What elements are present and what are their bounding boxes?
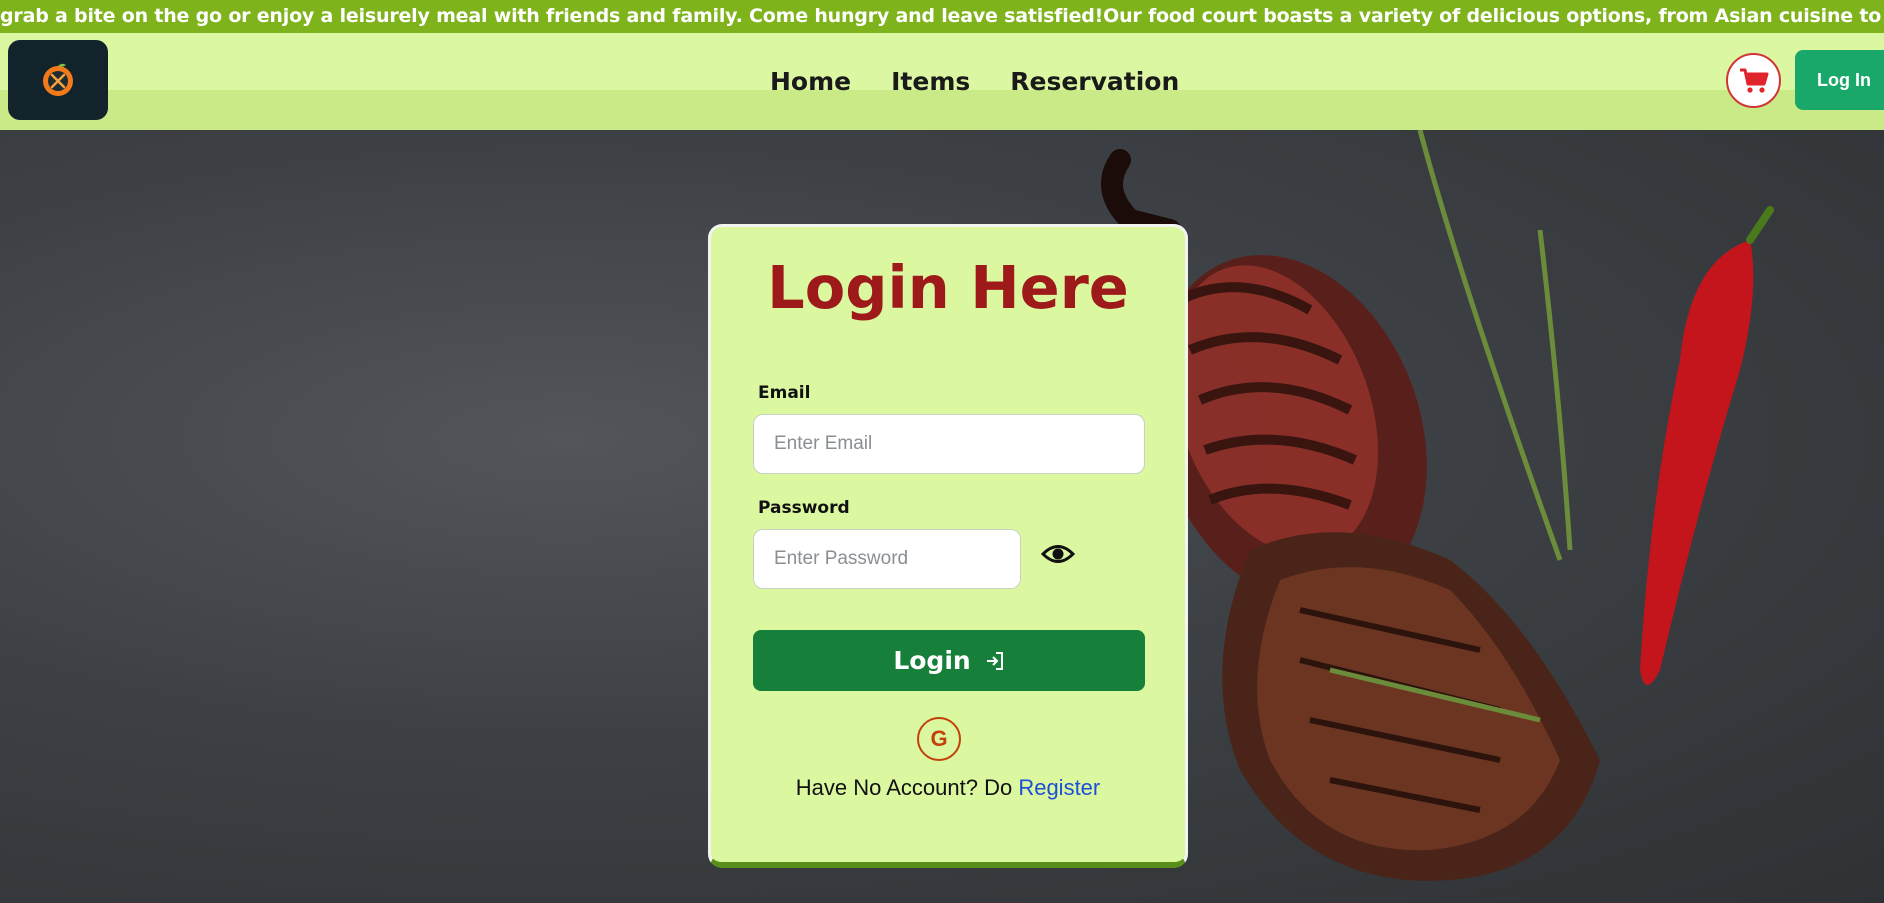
password-input[interactable]: [753, 529, 1021, 589]
nav-link-items[interactable]: Items: [891, 67, 970, 96]
login-submit-button[interactable]: Login: [753, 630, 1145, 691]
nav-link-home[interactable]: Home: [770, 67, 851, 96]
register-prompt: Have No Account? Do Register: [711, 775, 1185, 801]
marquee-text: grab a bite on the go or enjoy a leisure…: [0, 5, 1884, 27]
google-icon[interactable]: G: [917, 717, 961, 761]
login-arrow-icon: [986, 651, 1003, 670]
cart-icon: [1739, 68, 1768, 93]
announcement-marquee: grab a bite on the go or enjoy a leisure…: [0, 0, 1884, 33]
nav-link-reservation[interactable]: Reservation: [1010, 67, 1179, 96]
email-input[interactable]: [753, 414, 1145, 474]
google-letter: G: [930, 726, 948, 751]
cart-button[interactable]: [1726, 53, 1781, 108]
main-nav: Home Items Reservation: [770, 67, 1179, 96]
register-prompt-text: Have No Account? Do: [795, 775, 1013, 800]
login-submit-label: Login: [893, 646, 971, 675]
header-login-button[interactable]: Log In: [1795, 50, 1884, 110]
navbar: Home Items Reservation Log In: [0, 33, 1884, 130]
register-link[interactable]: Register: [1018, 775, 1100, 800]
login-title: Login Here: [767, 253, 1129, 322]
email-label: Email: [758, 383, 811, 403]
eye-icon[interactable]: [1041, 541, 1075, 567]
password-label: Password: [758, 498, 850, 518]
login-card: Login Here Email Password Login G Have N…: [708, 224, 1188, 868]
restaurant-logo-icon[interactable]: [8, 40, 108, 120]
